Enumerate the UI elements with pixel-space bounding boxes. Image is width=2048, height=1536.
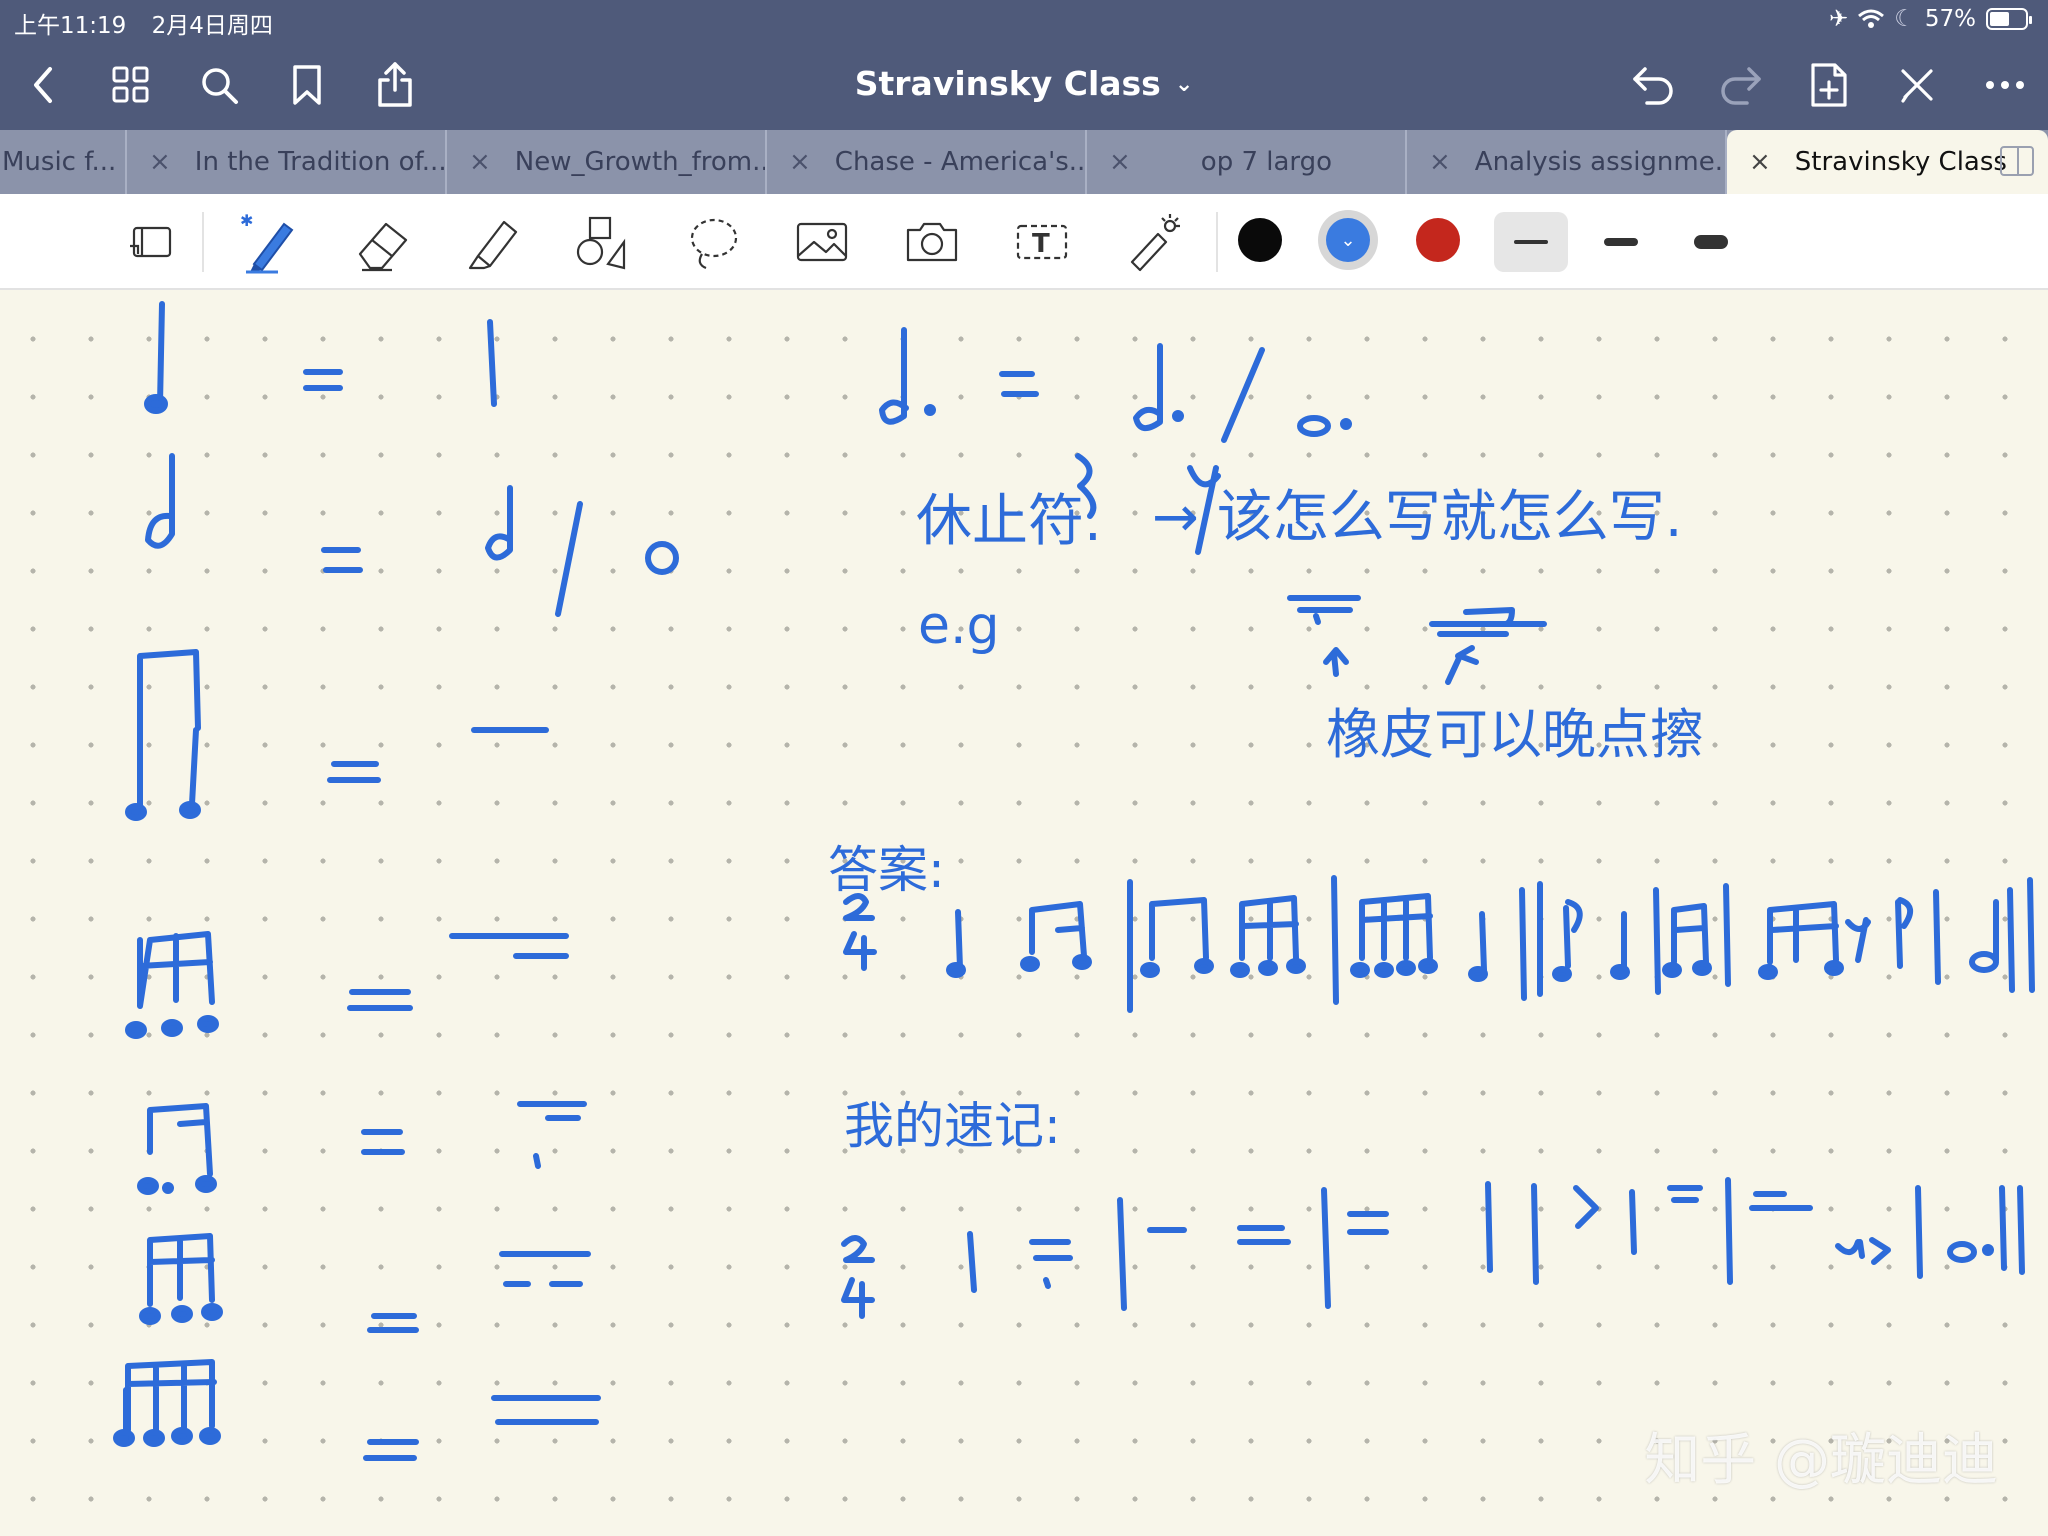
document-tabs: Music f... × In the Tradition of... × New_…	[0, 130, 2048, 194]
nav-bar: Stravinsky Class ⌄	[0, 48, 2048, 120]
read-mode-icon	[130, 226, 172, 258]
close-tab-icon[interactable]: ×	[789, 147, 811, 177]
svg-text:✱: ✱	[240, 211, 253, 230]
tab-music[interactable]: Music f...	[0, 130, 127, 194]
answer-label: 答案:	[828, 841, 945, 899]
tab-label: Chase - America's...	[834, 147, 1087, 177]
pen-icon: ✱	[240, 211, 294, 274]
status-time: 上午11:19	[14, 13, 127, 39]
image-tool[interactable]	[786, 208, 858, 276]
watermark: 知乎 @璇迪迪	[1644, 1428, 1998, 1493]
eraser-later-note: 橡皮可以晚点擦	[1326, 703, 1704, 766]
chevron-down-icon: ⌄	[1340, 229, 1356, 251]
tab-label: Analysis assignme...	[1474, 147, 1727, 177]
add-page-icon	[1811, 63, 1847, 107]
lasso-icon	[690, 218, 738, 270]
status-right: ✈ ☾ 57%	[1828, 6, 2032, 32]
shapes-icon	[576, 216, 626, 270]
split-view-icon[interactable]	[2000, 146, 2034, 176]
lasso-tool[interactable]	[676, 208, 748, 276]
document-title-text: Stravinsky Class	[854, 64, 1161, 103]
battery-fill	[1990, 12, 2009, 26]
text-box-icon: T	[1016, 224, 1068, 260]
add-page-button[interactable]	[1804, 60, 1854, 110]
note-canvas[interactable]: 休止符. → 该怎么写就怎么写. e.g 橡皮可以晚点擦 答案: 我的速记: 知…	[0, 290, 2048, 1536]
battery-icon	[1986, 8, 2032, 30]
status-date: 2月4日周四	[151, 13, 273, 39]
color-red-swatch[interactable]	[1416, 218, 1460, 262]
shapes-tool[interactable]	[566, 208, 638, 276]
read-mode-tool[interactable]	[116, 208, 188, 276]
drawing-toolbar: ✱ T ⌄	[0, 194, 2048, 290]
stroke-medium-option[interactable]	[1584, 212, 1658, 272]
tab-op7-largo[interactable]: × op 7 largo	[1087, 130, 1407, 194]
tab-label: New_Growth_from...	[514, 147, 767, 177]
moon-icon: ☾	[1894, 6, 1915, 32]
tab-new-growth[interactable]: × New_Growth_from...	[447, 130, 767, 194]
laser-pointer-tool[interactable]	[1116, 208, 1188, 276]
tab-analysis[interactable]: × Analysis assignme...	[1407, 130, 1727, 194]
pen-tool[interactable]: ✱	[232, 208, 304, 276]
tab-label: In the Tradition of...	[194, 147, 447, 177]
tab-label: op 7 largo	[1200, 147, 1333, 177]
rest-title-note: 休止符.	[916, 489, 1102, 554]
undo-icon	[1633, 67, 1673, 105]
status-time-date: 上午11:19 2月4日周四	[14, 6, 273, 40]
close-tab-icon[interactable]: ×	[1749, 147, 1771, 177]
camera-icon	[906, 222, 958, 262]
tab-tradition[interactable]: × In the Tradition of...	[127, 130, 447, 194]
svg-text:T: T	[1032, 229, 1050, 259]
laser-pointer-icon	[1130, 214, 1180, 272]
toolbar-divider	[202, 212, 204, 272]
image-icon	[796, 222, 848, 262]
camera-tool[interactable]	[896, 208, 968, 276]
close-tab-icon[interactable]: ×	[1109, 147, 1131, 177]
chevron-down-icon: ⌄	[1174, 72, 1194, 97]
wifi-icon	[1858, 9, 1885, 28]
edit-toggle-button[interactable]	[1892, 60, 1942, 110]
eg-note: e.g	[918, 596, 1000, 656]
close-tab-icon[interactable]: ×	[469, 147, 491, 177]
battery-percent: 57%	[1924, 6, 1976, 32]
toolbar-divider	[1216, 212, 1218, 272]
more-icon	[1986, 81, 2024, 89]
tab-label: Music f...	[2, 147, 117, 177]
stroke-medium-icon	[1604, 238, 1638, 246]
eraser-tool[interactable]	[346, 208, 418, 276]
rest-rule-note: → 该怎么写就怎么写.	[1152, 485, 1683, 550]
top-bar: 上午11:19 2月4日周四 ✈ ☾ 57% Stravinsky Class ⌄	[0, 0, 2048, 130]
tab-label: Stravinsky Class	[1794, 147, 2007, 177]
undo-button[interactable]	[1628, 60, 1678, 110]
my-notes-label: 我的速记:	[844, 1097, 1061, 1155]
pen-off-icon	[1901, 69, 1933, 103]
tab-chase[interactable]: × Chase - America's...	[767, 130, 1087, 194]
text-tool[interactable]: T	[1006, 208, 1078, 276]
stroke-thick-option[interactable]	[1674, 212, 1748, 272]
eraser-icon	[358, 222, 408, 272]
redo-button[interactable]	[1716, 60, 1766, 110]
highlighter-tool[interactable]	[456, 208, 528, 276]
redo-icon	[1721, 67, 1761, 105]
stroke-thin-option[interactable]	[1494, 212, 1568, 272]
status-bar: 上午11:19 2月4日周四 ✈ ☾ 57%	[0, 0, 2048, 40]
color-blue-swatch[interactable]: ⌄	[1326, 218, 1370, 262]
close-tab-icon[interactable]: ×	[1429, 147, 1451, 177]
stroke-thick-icon	[1694, 235, 1728, 249]
highlighter-icon	[468, 220, 518, 270]
airplane-icon: ✈	[1828, 6, 1849, 32]
more-button[interactable]	[1980, 60, 2030, 110]
stroke-thin-icon	[1514, 240, 1548, 244]
color-black-swatch[interactable]	[1238, 218, 1282, 262]
close-tab-icon[interactable]: ×	[149, 147, 171, 177]
